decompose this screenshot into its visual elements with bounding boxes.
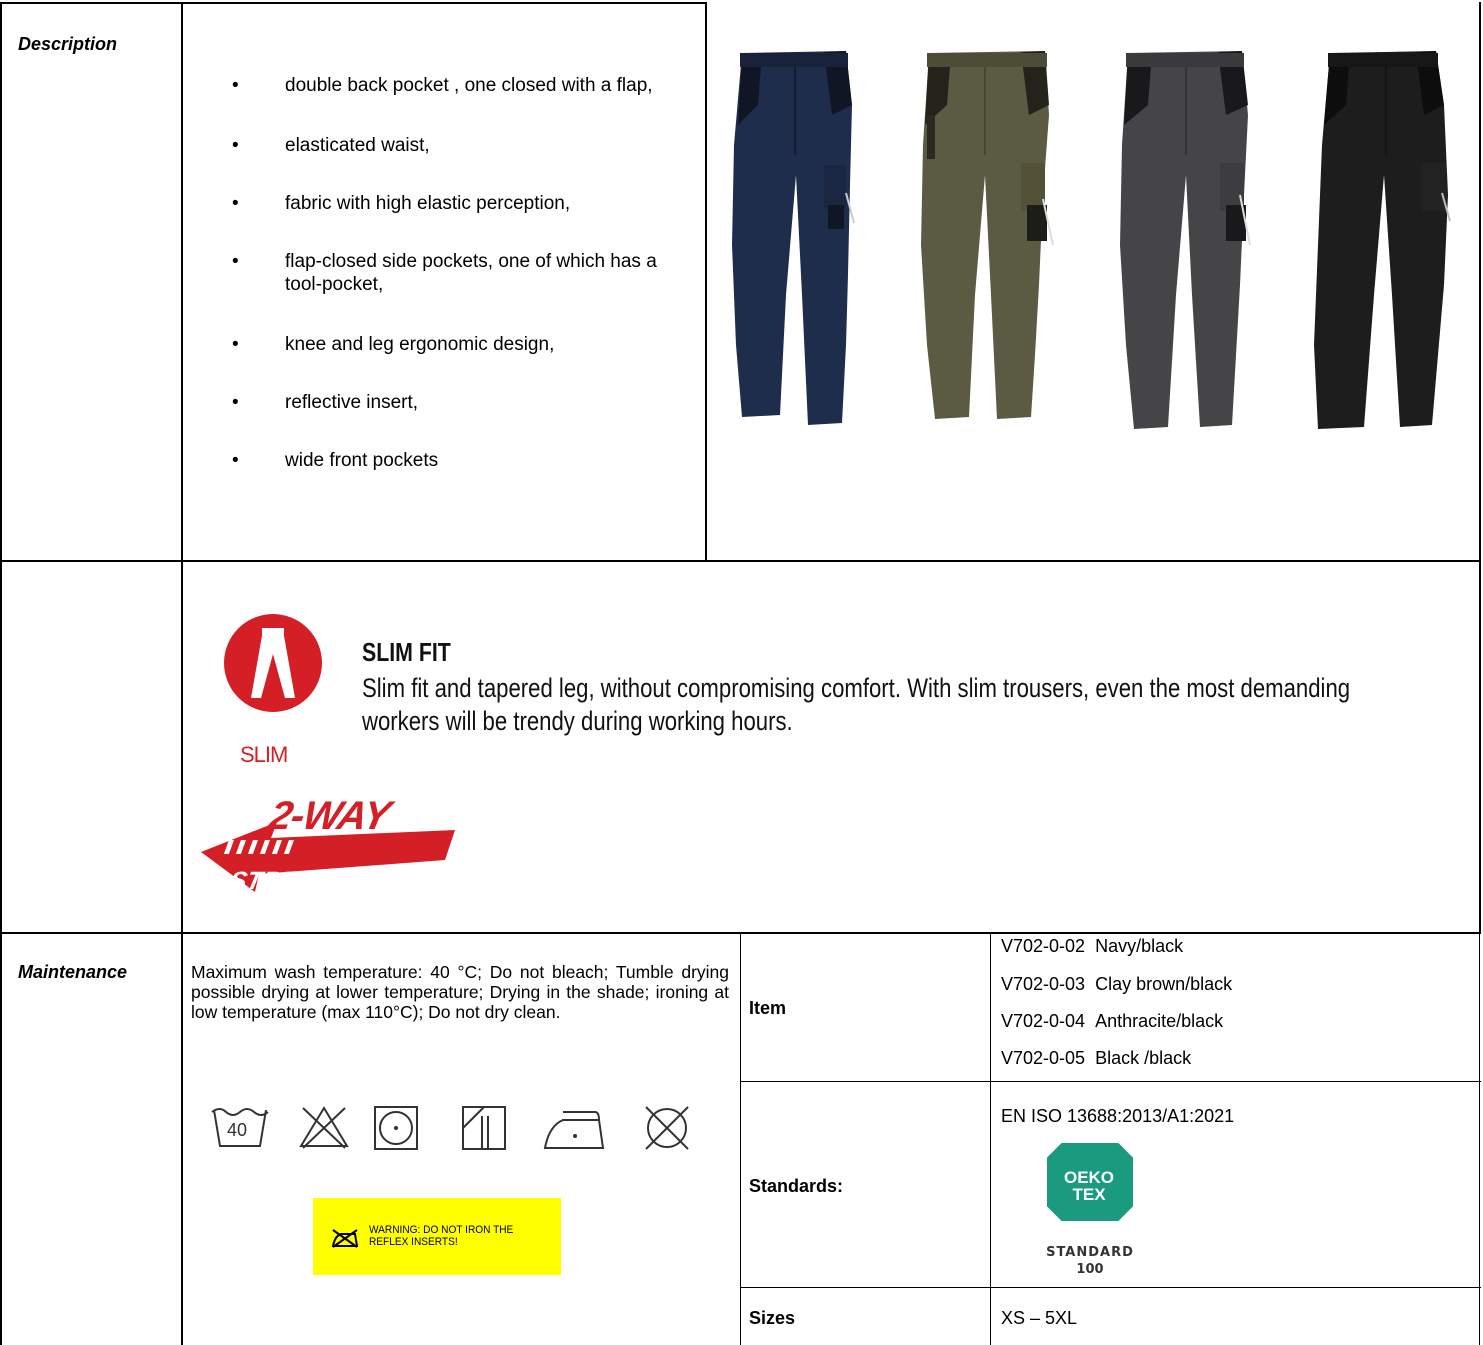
slim-badge-label: SLIM (240, 742, 288, 767)
two-way-logo-text: 2-WAY (265, 794, 394, 838)
table-border-top (0, 2, 706, 4)
iron-warning-label: WARNING: DO NOT IRON THE REFLEX INSERTS! (313, 1198, 561, 1275)
description-list: double back pocket , one closed with a f… (225, 74, 695, 472)
trousers-navy-black-image (732, 51, 855, 425)
list-item: knee and leg ergonomic design, (225, 333, 695, 356)
spec-col-right (1479, 933, 1480, 1345)
slim-fit-title: SLIM FIT (362, 637, 451, 667)
table-border-left (0, 2, 2, 1345)
wash-temperature: 40 (227, 1120, 248, 1140)
spec-row-divider-2 (740, 1287, 1481, 1288)
item-color: Clay brown/black (1095, 974, 1233, 994)
iron-low-icon (543, 1111, 605, 1149)
item-row: V702-0-04 Anthracite/black (1001, 1011, 1223, 1032)
table-row-divider-1 (0, 560, 1481, 562)
oeko-logo-line3: STANDARD (1046, 1245, 1134, 1260)
table-col-divider (181, 2, 183, 1345)
item-row: V702-0-05 Black /black (1001, 1048, 1191, 1069)
standards-label: Standards: (749, 1176, 844, 1196)
item-color: Navy/black (1095, 936, 1184, 956)
list-item: double back pocket , one closed with a f… (225, 74, 695, 97)
table-image-divider (705, 2, 707, 561)
standard-value: EN ISO 13688:2013/A1:2021 (1001, 1106, 1235, 1126)
item-code: V702-0-05 (1001, 1048, 1086, 1068)
trousers-anthracite-black-image (1120, 51, 1251, 429)
stretch-logo-text: STRETCH (227, 867, 352, 895)
list-item: elasticated waist, (225, 134, 695, 157)
list-item: flap-closed side pockets, one of which h… (225, 250, 695, 296)
warning-text-line1: WARNING: DO NOT IRON THE (369, 1224, 514, 1236)
item-code: V702-0-02 (1001, 936, 1086, 956)
sizes-label: Sizes (749, 1308, 796, 1328)
dry-in-shade-icon (462, 1106, 506, 1150)
no-iron-reflex-icon (331, 1229, 359, 1248)
item-row: V702-0-03 Clay brown/black (1001, 974, 1232, 995)
list-item: reflective insert, (225, 391, 695, 414)
tumble-dry-low-icon (374, 1106, 418, 1150)
trousers-clay-brown-black-image (921, 51, 1054, 419)
item-code: V702-0-03 (1001, 974, 1086, 994)
oeko-logo-line4: 100 (1076, 1262, 1104, 1277)
slim-fit-description: Slim fit and tapered leg, without compro… (362, 673, 1351, 736)
no-dry-clean-icon (645, 1106, 689, 1150)
spec-col-left (740, 933, 741, 1345)
maintenance-label: Maintenance (18, 962, 128, 982)
list-item: fabric with high elastic perception, (225, 192, 695, 215)
no-bleach-icon (299, 1106, 349, 1149)
description-label: Description (18, 34, 118, 54)
sizes-value: XS – 5XL (1001, 1308, 1078, 1328)
item-color: Black /black (1095, 1048, 1192, 1068)
item-code: V702-0-04 (1001, 1011, 1086, 1031)
warning-text-line2: REFLEX INSERTS! (369, 1236, 458, 1248)
list-item: wide front pockets (225, 449, 695, 472)
spec-col-mid (990, 933, 991, 1345)
trousers-black-black-image (1314, 51, 1451, 429)
spec-row-divider-1 (740, 1081, 1481, 1082)
warning-text: WARNING: DO NOT IRON THE REFLEX INSERTS! (369, 1224, 513, 1248)
item-color: Anthracite/black (1095, 1011, 1224, 1031)
maintenance-text: Maximum wash temperature: 40 °C; Do not … (191, 962, 729, 1022)
oeko-logo-line2: TEX (1072, 1185, 1106, 1204)
item-label: Item (749, 998, 787, 1018)
oeko-logo-line1: OEKO (1063, 1168, 1115, 1187)
table-border-right (1479, 2, 1481, 933)
item-row: V702-0-02 Navy/black (1001, 936, 1183, 957)
